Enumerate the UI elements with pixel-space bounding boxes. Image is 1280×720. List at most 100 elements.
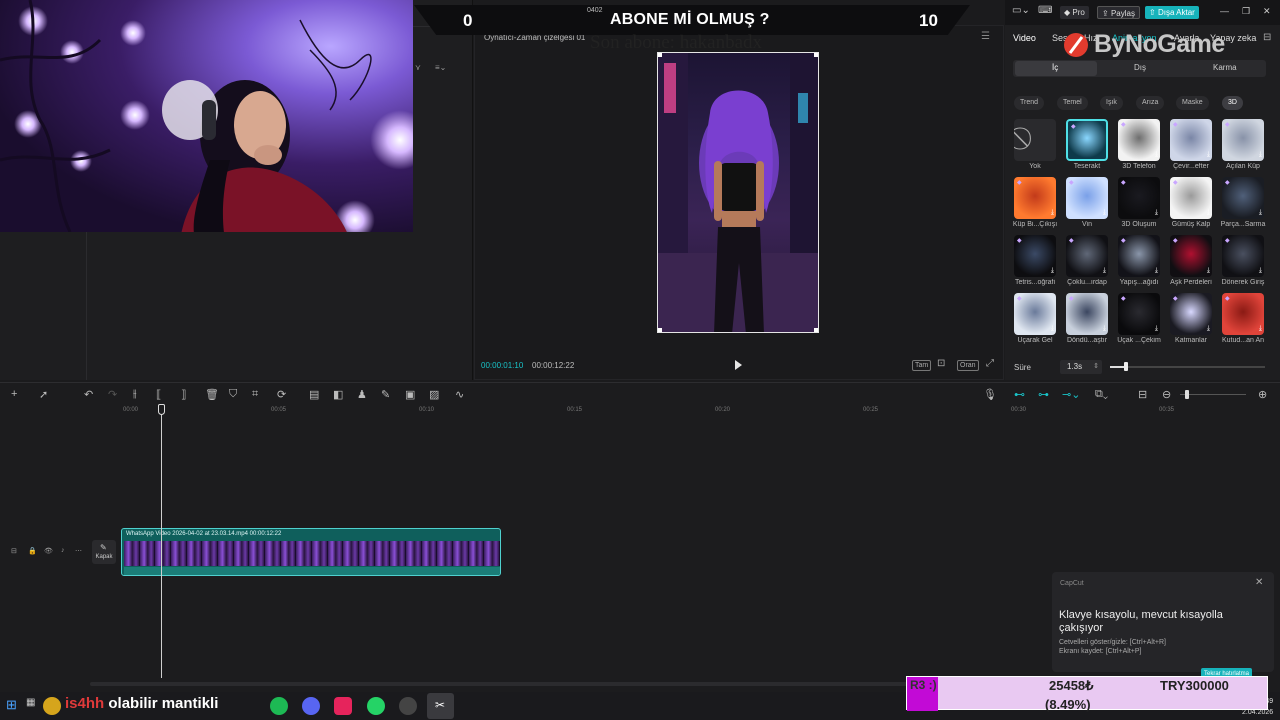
minimize-icon[interactable]: —	[1220, 6, 1229, 16]
effect-tile[interactable]: ◆ ⤓	[1118, 177, 1160, 219]
snap-icon[interactable]: ⧉⌄	[1095, 388, 1108, 401]
capcut-taskbar-button[interactable]: ✂	[427, 693, 454, 719]
undo-icon[interactable]: ↶	[84, 388, 93, 401]
download-icon[interactable]: ⤓	[1207, 151, 1210, 159]
video-preview[interactable]	[657, 52, 819, 333]
ai-icon[interactable]: ▤	[309, 388, 319, 401]
image-icon[interactable]: ▨	[429, 388, 439, 401]
duration-slider[interactable]	[1110, 362, 1265, 371]
zoom-slider-handle[interactable]	[1185, 390, 1189, 399]
effect-tile[interactable]: ◆ ⤓	[1222, 293, 1264, 335]
waveform-icon[interactable]: ∿	[455, 388, 464, 401]
share-button[interactable]: ⇪ Paylaş	[1097, 6, 1140, 19]
fullscreen-mode-button[interactable]: Tam	[912, 360, 932, 371]
effect-tile[interactable]: ◆ ⤓	[1118, 293, 1160, 335]
split-left-icon[interactable]: ⟦	[156, 388, 161, 401]
app-icon-1[interactable]	[43, 697, 61, 715]
audio-icon[interactable]: ♪	[61, 547, 65, 554]
panel-collapse-icon[interactable]: ⊟	[1263, 32, 1271, 43]
discord-icon[interactable]	[302, 697, 320, 715]
tab-video[interactable]: Video	[1013, 33, 1036, 43]
effect-tile[interactable]: ◆ ⤓	[1222, 177, 1264, 219]
effect-tile[interactable]: ◆ ⤓	[1170, 235, 1212, 277]
whatsapp-icon[interactable]	[367, 697, 385, 715]
link-icon[interactable]: ⊶	[1038, 388, 1049, 401]
microphone-icon[interactable]: 🎙	[983, 388, 997, 401]
effect-tile[interactable]: ◆ ⤓	[1014, 293, 1056, 335]
effect-tile[interactable]: ◆	[1066, 119, 1108, 161]
export-button[interactable]: ⇧ Dışa Aktar	[1145, 6, 1199, 19]
person-icon[interactable]: ♟	[357, 388, 367, 401]
download-icon[interactable]: ⤓	[1155, 325, 1158, 333]
focus-icon[interactable]: ⊡	[937, 358, 945, 369]
download-icon[interactable]: ⤓	[1259, 151, 1262, 159]
crop-icon[interactable]: ⌗	[252, 388, 258, 401]
eye-icon[interactable]: 👁	[44, 547, 53, 555]
download-icon[interactable]: ⤓	[1259, 267, 1262, 275]
effect-tile[interactable]: ◆ ⤓	[1170, 293, 1212, 335]
effect-tile[interactable]: ◆ ⤓	[1066, 177, 1108, 219]
split-right-icon[interactable]: ⟧	[181, 388, 186, 401]
effect-tile[interactable]: ◆ ⤓	[1014, 235, 1056, 277]
maximize-icon[interactable]: ❐	[1242, 6, 1250, 17]
view-toggle-icon[interactable]: ⋎	[415, 63, 421, 72]
download-icon[interactable]: ⤓	[1051, 209, 1054, 217]
fit-icon[interactable]: ⊟	[1138, 388, 1147, 401]
video-clip[interactable]: WhatsApp Video 2026-04-02 at 23.03.14.mp…	[121, 528, 501, 576]
lock-icon[interactable]: 🔒	[28, 547, 37, 555]
playhead[interactable]	[161, 405, 162, 678]
shortcuts-icon[interactable]: ⌨	[1038, 5, 1052, 16]
chip-light[interactable]: Işık	[1100, 96, 1123, 110]
stepper-icon[interactable]: ⇕	[1093, 360, 1099, 374]
chip-basic[interactable]: Temel	[1057, 96, 1088, 110]
pro-button[interactable]: ◆ Pro	[1060, 6, 1089, 19]
layout-icon[interactable]: ▭⌄	[1012, 5, 1030, 16]
download-icon[interactable]: ⤓	[1207, 209, 1210, 217]
duration-input[interactable]: 1.3s ⇕	[1060, 360, 1102, 374]
magnet-icon[interactable]: ⊷	[1014, 388, 1025, 401]
chip-glitch[interactable]: Arıza	[1136, 96, 1165, 110]
delete-icon[interactable]: 🗑	[205, 388, 219, 401]
sort-icon[interactable]: ≡⌄	[435, 63, 446, 72]
obs-icon[interactable]	[399, 697, 417, 715]
download-icon[interactable]: ⤓	[1051, 325, 1054, 333]
more-icon[interactable]: ⋯	[75, 547, 82, 555]
play-button[interactable]	[733, 359, 743, 371]
chip-3d[interactable]: 3D	[1222, 96, 1243, 110]
start-icon[interactable]: ⊞	[6, 697, 17, 713]
effect-tile[interactable]: ◆ ⤓	[1118, 119, 1160, 161]
segment-out[interactable]: Dış	[1134, 63, 1146, 72]
download-icon[interactable]: ⤓	[1259, 209, 1262, 217]
shield-icon[interactable]: ⛉	[229, 388, 237, 401]
close-icon[interactable]: ✕	[1263, 6, 1271, 17]
download-icon[interactable]: ⤓	[1103, 209, 1106, 217]
chip-trend[interactable]: Trend	[1014, 96, 1045, 110]
magic-icon[interactable]: ✎	[381, 388, 390, 401]
download-icon[interactable]: ⤓	[1155, 209, 1158, 217]
download-icon[interactable]: ⤓	[1103, 267, 1106, 275]
effect-tile[interactable]: ◆ ⤓	[1066, 235, 1108, 277]
playhead-handle[interactable]	[158, 404, 165, 415]
widgets-icon[interactable]: ▦	[26, 697, 35, 708]
preview-axis-icon[interactable]: ⊸⌄	[1062, 388, 1080, 401]
effect-tile[interactable]: ⃠	[1014, 119, 1056, 161]
cover-button[interactable]: ✎ Kapak	[92, 540, 116, 564]
toast-close-icon[interactable]: ✕	[1255, 577, 1263, 588]
caption-icon[interactable]: ▣	[405, 388, 415, 401]
mirror-icon[interactable]: ◧	[333, 388, 343, 401]
download-icon[interactable]: ⤓	[1051, 267, 1054, 275]
effect-tile[interactable]: ◆ ⤓	[1066, 293, 1108, 335]
zoom-in-icon[interactable]: ⊕	[1258, 388, 1267, 401]
effect-tile[interactable]: ◆ ⤓	[1222, 119, 1264, 161]
spotify-icon[interactable]	[270, 697, 288, 715]
effect-tile[interactable]: ◆ ⤓	[1222, 235, 1264, 277]
redo-icon[interactable]: ↷	[108, 388, 117, 401]
download-icon[interactable]: ⤓	[1259, 325, 1262, 333]
effect-tile[interactable]: ◆ ⤓	[1170, 177, 1212, 219]
duration-slider-handle[interactable]	[1123, 362, 1128, 371]
zoom-out-icon[interactable]: ⊖	[1162, 388, 1171, 401]
download-icon[interactable]: ⤓	[1155, 267, 1158, 275]
download-icon[interactable]: ⤓	[1207, 325, 1210, 333]
track-cover-icon[interactable]: ⊟	[11, 547, 17, 555]
expand-icon[interactable]: ⤢	[986, 358, 994, 369]
